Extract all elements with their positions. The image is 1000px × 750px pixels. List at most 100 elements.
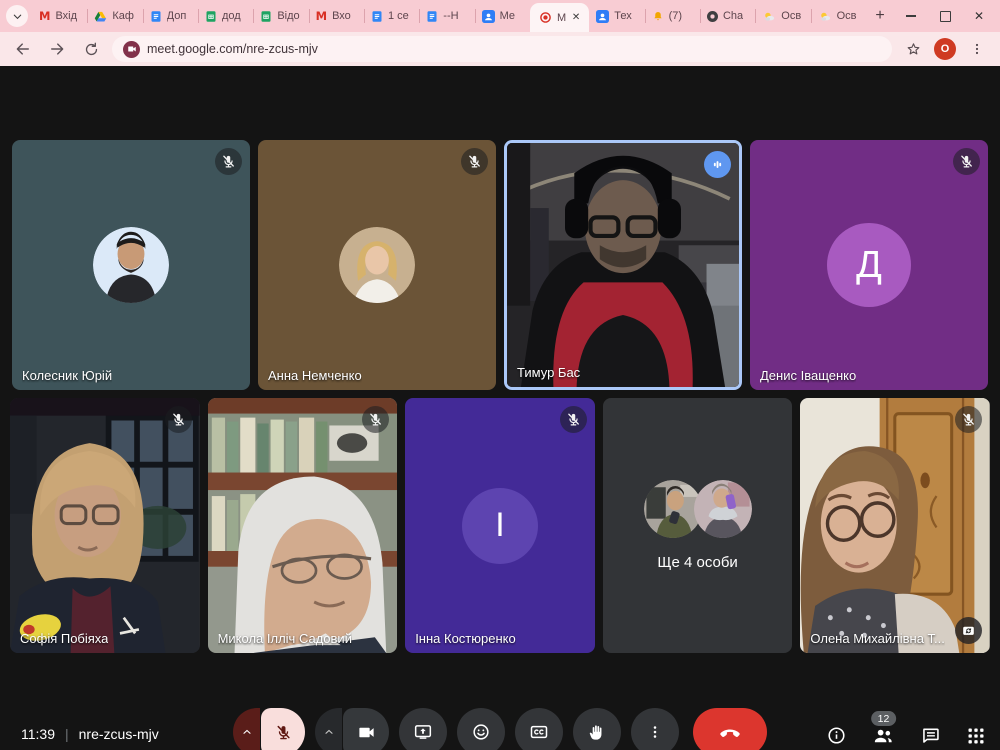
avatar xyxy=(694,480,752,538)
participant-video xyxy=(10,398,200,653)
browser-menu-kebab-icon[interactable] xyxy=(964,36,990,62)
participant-name: Інна Костюренко xyxy=(415,631,516,646)
more-options-button[interactable] xyxy=(631,708,679,750)
avatar-letter: І xyxy=(462,488,538,564)
chat-button[interactable] xyxy=(920,725,941,746)
tab-title: М xyxy=(557,12,566,24)
profile-avatar[interactable]: O xyxy=(934,38,956,60)
close-tab-icon[interactable]: ✕ xyxy=(572,12,580,23)
browser-tab[interactable]: Доп xyxy=(143,0,198,32)
activities-grid-button[interactable] xyxy=(966,726,986,746)
recording-indicator-icon xyxy=(539,11,552,24)
tab-title: Ме xyxy=(500,10,515,22)
browser-tab[interactable]: Осв xyxy=(811,0,866,32)
participant-name: Микола Ілліч Садовий xyxy=(218,631,352,646)
browser-tab[interactable]: Cha xyxy=(700,0,755,32)
participant-tile[interactable]: Тимур Бас xyxy=(504,140,742,390)
participant-tile[interactable]: Микола Ілліч Садовий xyxy=(208,398,398,653)
sheets-icon xyxy=(205,10,217,23)
new-tab-button[interactable]: + xyxy=(868,7,892,25)
raise-hand-button[interactable] xyxy=(573,708,621,750)
tab-title: Відо xyxy=(277,10,299,22)
mic-options-chevron-icon[interactable] xyxy=(233,708,260,750)
forward-button[interactable] xyxy=(44,36,70,62)
browser-tab[interactable]: MВхід xyxy=(32,0,87,32)
meeting-details-button[interactable] xyxy=(826,725,847,746)
contacts-icon xyxy=(596,10,609,23)
present-screen-button[interactable] xyxy=(399,708,447,750)
meeting-info: 11:39 | nre-zcus-mjv xyxy=(21,726,159,742)
minimize-icon xyxy=(906,15,916,17)
browser-tab[interactable]: --Н xyxy=(419,0,474,32)
camera-control xyxy=(315,708,389,750)
chatgpt-knot-icon xyxy=(707,11,718,22)
tab-title: Доп xyxy=(167,10,187,22)
browser-window: MВхідКафДопдодВідоMВхо1 се--НМеМ✕Тех(7)C… xyxy=(0,0,1000,750)
participant-name: Колесник Юрій xyxy=(22,368,112,383)
maximize-icon xyxy=(940,11,951,22)
maximize-button[interactable] xyxy=(928,1,962,31)
switch-camera-icon[interactable] xyxy=(955,617,982,644)
browser-tab[interactable]: (7) xyxy=(645,0,700,32)
meet-main-stage: Колесник Юрій Анна НемченкоТимур Бас Д Дени… xyxy=(0,66,1000,750)
camera-button[interactable] xyxy=(343,708,389,750)
address-bar[interactable]: meet.google.com/nre-zcus-mjv xyxy=(112,36,892,62)
mic-off-icon xyxy=(955,406,982,433)
people-panel-wrap: 12 xyxy=(872,724,895,747)
close-window-button[interactable]: ✕ xyxy=(962,1,996,31)
browser-tab-strip: MВхідКафДопдодВідоMВхо1 се--НМеМ✕Тех(7)C… xyxy=(0,0,1000,32)
camera-in-use-icon[interactable] xyxy=(123,41,140,58)
gmail-icon: M xyxy=(39,9,50,23)
docs-icon xyxy=(150,10,162,23)
participant-tile[interactable]: Олена Михайлівна Т... xyxy=(800,398,990,653)
avatar xyxy=(644,480,702,538)
browser-tab[interactable]: MВхо xyxy=(309,0,364,32)
meeting-code: nre-zcus-mjv xyxy=(79,726,159,742)
participant-name: Ще 4 особи xyxy=(657,554,737,571)
video-grid-row: Колесник Юрій Анна НемченкоТимур Бас Д Дени… xyxy=(12,140,988,390)
participant-name: Денис Іващенко xyxy=(760,368,856,383)
participant-tile[interactable]: Софія Побіяха xyxy=(10,398,200,653)
camera-options-chevron-icon[interactable] xyxy=(315,708,342,750)
minimize-button[interactable] xyxy=(894,1,928,31)
participant-video xyxy=(507,143,739,387)
tab-title: (7) xyxy=(669,10,682,22)
browser-tab[interactable]: Ме xyxy=(475,0,530,32)
browser-tab[interactable]: Осв xyxy=(755,0,810,32)
tab-title: Осв xyxy=(781,10,801,22)
captions-button[interactable] xyxy=(515,708,563,750)
tab-search-chevron-icon[interactable] xyxy=(6,5,28,27)
bookmark-star-icon[interactable] xyxy=(900,36,926,62)
browser-tab[interactable]: 1 се xyxy=(364,0,419,32)
panel-buttons: 12 xyxy=(826,724,986,747)
participant-tile[interactable]: Колесник Юрій xyxy=(12,140,250,390)
tab-title: дод xyxy=(222,10,241,22)
participant-tile[interactable]: Ще 4 особи xyxy=(603,398,793,653)
browser-tab[interactable]: Відо xyxy=(253,0,308,32)
tab-title: --Н xyxy=(443,10,458,22)
browser-tab-active[interactable]: М✕ xyxy=(530,3,589,32)
browser-tab[interactable]: Тех xyxy=(589,0,644,32)
tab-title: Каф xyxy=(112,10,134,22)
avatar xyxy=(93,227,169,303)
back-button[interactable] xyxy=(10,36,36,62)
reactions-button[interactable] xyxy=(457,708,505,750)
tab-title: Осв xyxy=(837,10,857,22)
participant-tile[interactable]: Анна Немченко xyxy=(258,140,496,390)
mic-control xyxy=(233,708,305,750)
avatar-letter: Д xyxy=(827,223,911,307)
participant-tile[interactable]: І Інна Костюренко xyxy=(405,398,595,653)
people-button[interactable] xyxy=(872,724,895,747)
participant-name: Олена Михайлівна Т... xyxy=(810,631,944,646)
participant-tile[interactable]: Д Денис Іващенко xyxy=(750,140,988,390)
end-call-button[interactable] xyxy=(693,708,767,750)
sun-cloud-icon xyxy=(762,10,776,23)
mic-off-button[interactable] xyxy=(261,708,305,750)
drive-icon xyxy=(94,10,107,23)
mic-off-icon xyxy=(362,406,389,433)
window-controls: ✕ xyxy=(894,1,996,31)
browser-tab[interactable]: дод xyxy=(198,0,253,32)
tab-title: Вхо xyxy=(332,10,351,22)
reload-button[interactable] xyxy=(78,36,104,62)
browser-tab[interactable]: Каф xyxy=(87,0,142,32)
